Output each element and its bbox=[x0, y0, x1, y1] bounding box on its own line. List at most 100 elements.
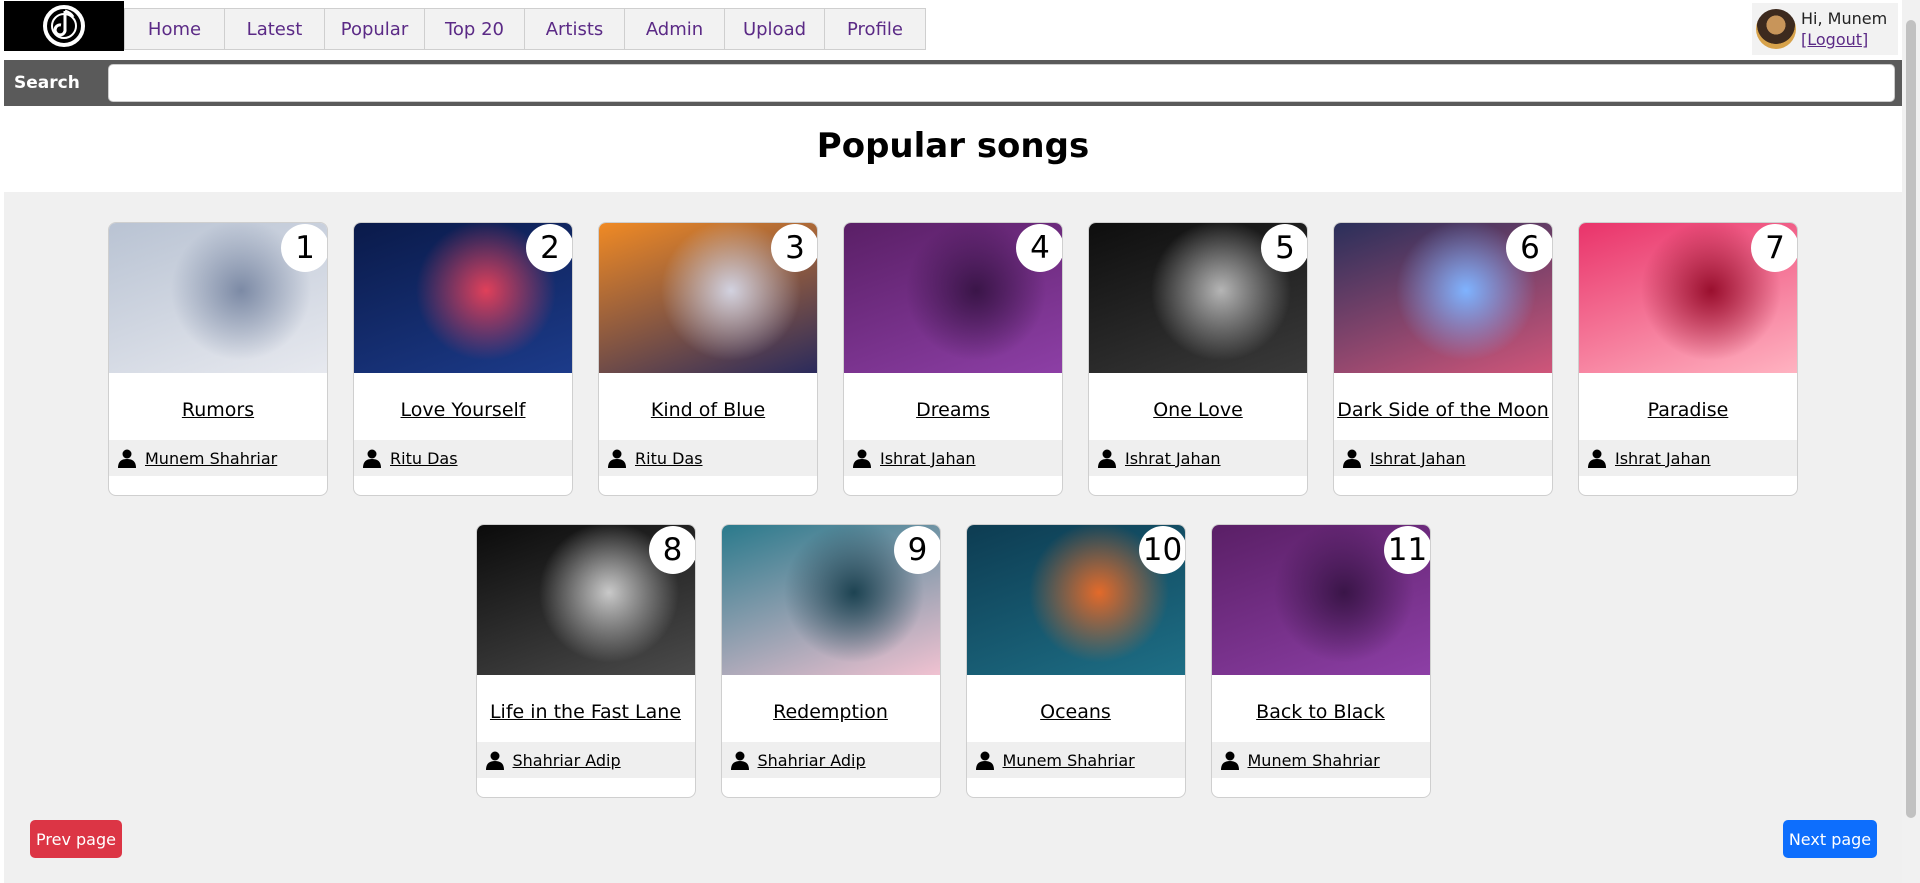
user-greeting: Hi, Munem bbox=[1801, 9, 1888, 28]
artist-link[interactable]: Shahriar Adip bbox=[513, 751, 621, 770]
person-icon bbox=[1343, 449, 1361, 468]
rank-badge: 11 bbox=[1383, 526, 1430, 574]
nav-latest[interactable]: Latest bbox=[225, 9, 325, 49]
artist-row: Ritu Das bbox=[354, 440, 572, 476]
nav-admin[interactable]: Admin bbox=[625, 9, 725, 49]
artist-link[interactable]: Munem Shahriar bbox=[1003, 751, 1135, 770]
person-icon bbox=[1098, 449, 1116, 468]
song-title-link[interactable]: Rumors bbox=[109, 399, 327, 421]
song-title-link[interactable]: One Love bbox=[1089, 399, 1307, 421]
rank-badge: 8 bbox=[648, 526, 695, 574]
artist-link[interactable]: Munem Shahriar bbox=[145, 449, 277, 468]
song-card[interactable]: 11 Back to Black Munem Shahriar bbox=[1210, 524, 1431, 798]
music-note-logo-icon bbox=[43, 5, 85, 47]
rank-badge: 7 bbox=[1751, 224, 1797, 272]
nav-home[interactable]: Home bbox=[125, 9, 225, 49]
album-cover[interactable]: 8 bbox=[476, 525, 695, 675]
person-icon bbox=[853, 449, 871, 468]
album-cover[interactable]: 3 bbox=[599, 223, 817, 373]
nav-profile[interactable]: Profile bbox=[825, 9, 925, 49]
search-label: Search bbox=[14, 73, 80, 93]
title-section: Popular songs bbox=[4, 106, 1902, 192]
artist-link[interactable]: Ishrat Jahan bbox=[1125, 449, 1221, 468]
person-icon bbox=[975, 751, 994, 770]
person-icon bbox=[608, 449, 626, 468]
person-icon bbox=[1220, 751, 1239, 770]
artist-link[interactable]: Ishrat Jahan bbox=[1615, 449, 1711, 468]
rank-badge: 2 bbox=[526, 224, 572, 272]
song-title-link[interactable]: Love Yourself bbox=[354, 399, 572, 421]
rank-badge: 1 bbox=[281, 224, 327, 272]
song-card[interactable]: 4 Dreams Ishrat Jahan bbox=[843, 222, 1063, 496]
artist-link[interactable]: Munem Shahriar bbox=[1248, 751, 1380, 770]
album-cover[interactable]: 10 bbox=[966, 525, 1185, 675]
song-title-link[interactable]: Life in the Fast Lane bbox=[477, 701, 695, 723]
artist-link[interactable]: Ritu Das bbox=[390, 449, 458, 468]
artist-row: Ishrat Jahan bbox=[1089, 440, 1307, 476]
rank-badge: 6 bbox=[1506, 224, 1552, 272]
song-card[interactable]: 2 Love Yourself Ritu Das bbox=[353, 222, 573, 496]
page-title: Popular songs bbox=[816, 126, 1090, 166]
nav-upload[interactable]: Upload bbox=[725, 9, 825, 49]
person-icon bbox=[730, 751, 749, 770]
song-title-link[interactable]: Dark Side of the Moon bbox=[1334, 399, 1552, 421]
page-scrollbar[interactable] bbox=[1902, 0, 1920, 883]
search-input[interactable] bbox=[108, 64, 1895, 102]
artist-row: Shahriar Adip bbox=[476, 742, 695, 778]
rank-badge: 10 bbox=[1138, 526, 1185, 574]
nav-artists[interactable]: Artists bbox=[525, 9, 625, 49]
album-cover[interactable]: 11 bbox=[1211, 525, 1430, 675]
song-card[interactable]: 7 Paradise Ishrat Jahan bbox=[1578, 222, 1798, 496]
album-cover[interactable]: 5 bbox=[1089, 223, 1307, 373]
song-card[interactable]: 10 Oceans Munem Shahriar bbox=[965, 524, 1186, 798]
scrollbar-thumb[interactable] bbox=[1906, 20, 1916, 818]
artist-row: Ritu Das bbox=[599, 440, 817, 476]
album-cover[interactable]: 4 bbox=[844, 223, 1062, 373]
rank-badge: 4 bbox=[1016, 224, 1062, 272]
next-page-button[interactable]: Next page bbox=[1783, 820, 1877, 858]
artist-row: Munem Shahriar bbox=[1211, 742, 1430, 778]
artist-row: Shahriar Adip bbox=[721, 742, 940, 778]
album-cover[interactable]: 2 bbox=[354, 223, 572, 373]
song-title-link[interactable]: Kind of Blue bbox=[599, 399, 817, 421]
person-icon bbox=[485, 751, 504, 770]
album-cover[interactable]: 9 bbox=[721, 525, 940, 675]
song-card[interactable]: 3 Kind of Blue Ritu Das bbox=[598, 222, 818, 496]
album-cover[interactable]: 6 bbox=[1334, 223, 1552, 373]
album-cover[interactable]: 7 bbox=[1579, 223, 1797, 373]
main-nav: Home Latest Popular Top 20 Artists Admin… bbox=[124, 8, 926, 50]
song-card[interactable]: 8 Life in the Fast Lane Shahriar Adip bbox=[475, 524, 696, 798]
prev-page-button[interactable]: Prev page bbox=[30, 820, 122, 858]
avatar[interactable] bbox=[1756, 9, 1796, 49]
artist-link[interactable]: Ishrat Jahan bbox=[1370, 449, 1466, 468]
person-icon bbox=[1588, 449, 1606, 468]
song-title-link[interactable]: Redemption bbox=[722, 701, 940, 723]
artist-link[interactable]: Ishrat Jahan bbox=[880, 449, 976, 468]
app-logo[interactable] bbox=[4, 1, 124, 51]
artist-row: Ishrat Jahan bbox=[844, 440, 1062, 476]
song-card[interactable]: 6 Dark Side of the Moon Ishrat Jahan bbox=[1333, 222, 1553, 496]
artist-row: Ishrat Jahan bbox=[1334, 440, 1552, 476]
artist-link[interactable]: Shahriar Adip bbox=[758, 751, 866, 770]
user-info: Hi, Munem [Logout] bbox=[1801, 8, 1887, 50]
artist-link[interactable]: Ritu Das bbox=[635, 449, 703, 468]
song-card[interactable]: 1 Rumors Munem Shahriar bbox=[108, 222, 328, 496]
rank-badge: 5 bbox=[1261, 224, 1307, 272]
song-title-link[interactable]: Paradise bbox=[1579, 399, 1797, 421]
song-card[interactable]: 5 One Love Ishrat Jahan bbox=[1088, 222, 1308, 496]
person-icon bbox=[363, 449, 381, 468]
song-grid: 1 Rumors Munem Shahriar 2 Love Yourself Ritu … bbox=[4, 222, 1902, 798]
song-card[interactable]: 9 Redemption Shahriar Adip bbox=[720, 524, 941, 798]
song-title-link[interactable]: Back to Black bbox=[1212, 701, 1430, 723]
top-navbar: Home Latest Popular Top 20 Artists Admin… bbox=[0, 0, 1920, 58]
logout-link[interactable]: [Logout] bbox=[1801, 29, 1887, 50]
person-icon bbox=[118, 449, 136, 468]
song-title-link[interactable]: Oceans bbox=[967, 701, 1185, 723]
rank-badge: 9 bbox=[893, 526, 940, 574]
song-title-link[interactable]: Dreams bbox=[844, 399, 1062, 421]
user-panel: Hi, Munem [Logout] bbox=[1752, 3, 1898, 55]
rank-badge: 3 bbox=[771, 224, 817, 272]
nav-popular[interactable]: Popular bbox=[325, 9, 425, 49]
album-cover[interactable]: 1 bbox=[109, 223, 327, 373]
nav-top-20[interactable]: Top 20 bbox=[425, 9, 525, 49]
